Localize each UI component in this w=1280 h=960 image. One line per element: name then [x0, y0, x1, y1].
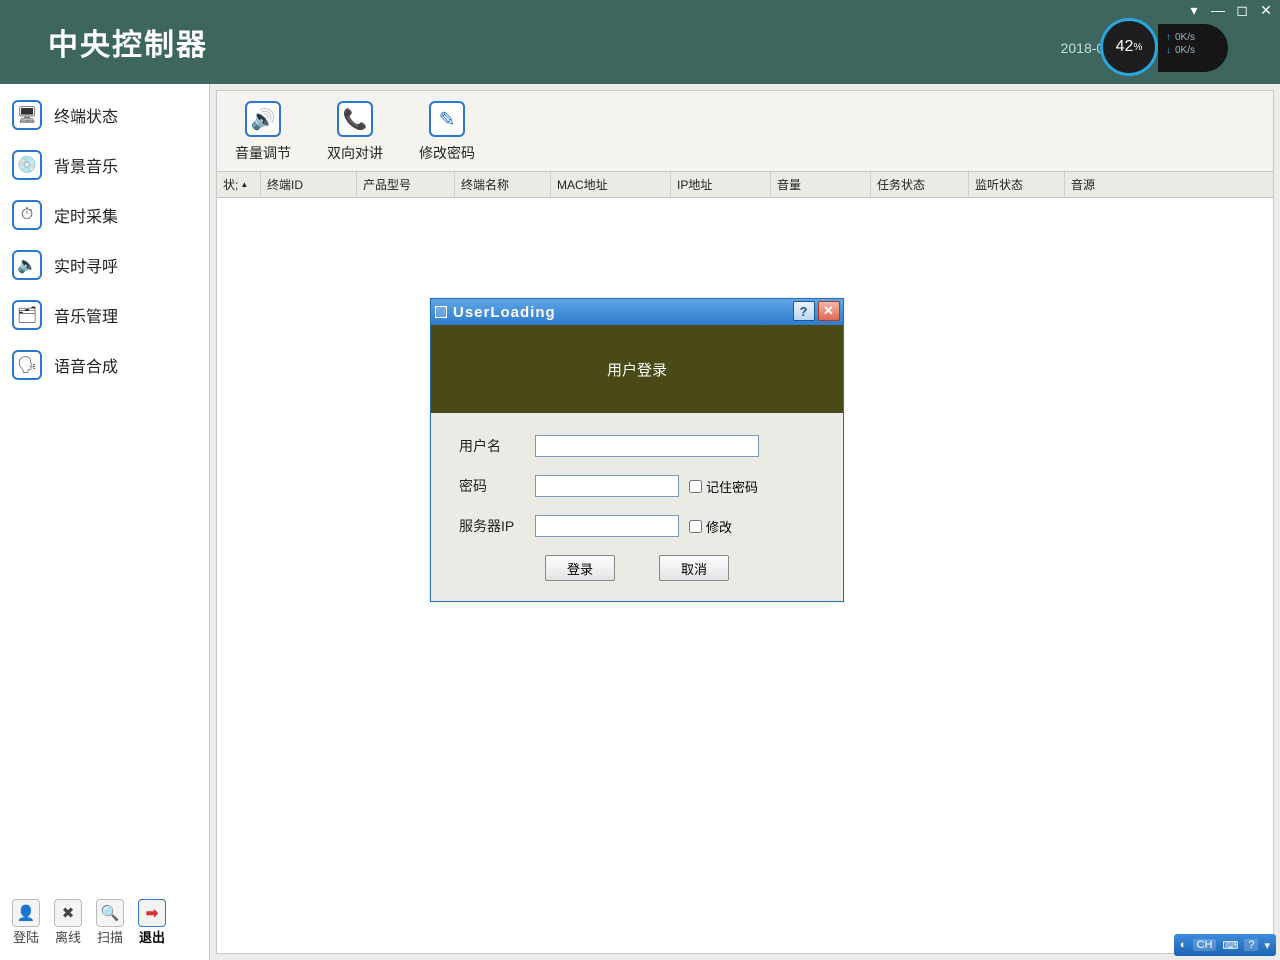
offline-button[interactable]: ✖ 离线: [54, 899, 82, 946]
dialog-help-button[interactable]: ?: [793, 301, 815, 321]
sidebar-item-label: 定时采集: [54, 203, 118, 227]
gauge-circle: 42%: [1100, 18, 1158, 76]
app-title: 中央控制器: [48, 20, 208, 64]
exit-button[interactable]: ➡ 退出: [138, 899, 166, 946]
password-label: 密码: [459, 476, 535, 496]
sidebar-item-label: 实时寻呼: [54, 253, 118, 277]
app-banner: 中央控制器 2018-07- :46 42% 0K/s 0K/s ▾ — ◻ ✕: [0, 0, 1280, 84]
table-header: 状; 终端ID 产品型号 终端名称 MAC地址 IP地址 音量 任务状态 监听状…: [217, 171, 1273, 198]
tray-chevron-icon[interactable]: ▾: [1264, 939, 1270, 952]
sidebar-item-scheduled-capture[interactable]: ⏱ 定时采集: [0, 190, 209, 240]
col-task-status[interactable]: 任务状态: [871, 172, 969, 197]
volume-adjust-button[interactable]: 🔊 音量调节: [235, 101, 291, 163]
sidebar-item-voice-synthesis[interactable]: 🗣 语音合成: [0, 340, 209, 390]
main-toolbar: 🔊 音量调节 📞 双向对讲 ✎ 修改密码: [217, 91, 1273, 171]
col-audio-source[interactable]: 音源: [1065, 172, 1273, 197]
keyboard-icon[interactable]: ⌨: [1222, 939, 1238, 952]
volume-icon: 🔊: [245, 101, 281, 137]
net-up: 0K/s: [1175, 32, 1195, 43]
offline-label: 离线: [55, 927, 81, 946]
col-mac-address[interactable]: MAC地址: [551, 172, 671, 197]
login-label: 登陆: [13, 927, 39, 946]
remember-password-label: 记住密码: [706, 477, 758, 496]
window-maximize-button[interactable]: ◻: [1234, 2, 1250, 19]
login-button[interactable]: 👤 登陆: [12, 899, 40, 946]
phone-icon: 📞: [337, 101, 373, 137]
tool-label: 修改密码: [419, 143, 475, 163]
login-dialog: UserLoading ? ✕ 用户登录 用户名 密码 记住密码 服务器IP 修…: [430, 298, 844, 602]
dialog-title-text: UserLoading: [453, 304, 556, 321]
server-ip-label: 服务器IP: [459, 516, 535, 536]
net-down: 0K/s: [1175, 45, 1195, 56]
col-product-model[interactable]: 产品型号: [357, 172, 455, 197]
col-terminal-id[interactable]: 终端ID: [261, 172, 357, 197]
username-input[interactable]: [535, 435, 759, 457]
window-buttons: ▾ — ◻ ✕: [1186, 2, 1274, 19]
tool-label: 双向对讲: [327, 143, 383, 163]
network-gauge: 42% 0K/s 0K/s: [1100, 18, 1220, 78]
sidebar-item-music-management[interactable]: 🗂 音乐管理: [0, 290, 209, 340]
sidebar-bottom: 👤 登陆 ✖ 离线 🔍 扫描 ➡ 退出: [0, 889, 209, 960]
tray-help-icon[interactable]: ?: [1244, 939, 1258, 951]
exit-icon: ➡: [138, 899, 166, 927]
col-terminal-name[interactable]: 终端名称: [455, 172, 551, 197]
password-input[interactable]: [535, 475, 679, 497]
change-password-button[interactable]: ✎ 修改密码: [419, 101, 475, 163]
two-way-talk-button[interactable]: 📞 双向对讲: [327, 101, 383, 163]
col-monitor-status[interactable]: 监听状态: [969, 172, 1065, 197]
sidebar-item-label: 终端状态: [54, 103, 118, 127]
dialog-login-button[interactable]: 登录: [545, 555, 615, 581]
ime-indicator[interactable]: CH: [1193, 939, 1217, 951]
username-label: 用户名: [459, 436, 535, 456]
window-close-button[interactable]: ✕: [1258, 2, 1274, 19]
server-ip-input[interactable]: [535, 515, 679, 537]
scan-button[interactable]: 🔍 扫描: [96, 899, 124, 946]
window-menu-button[interactable]: ▾: [1186, 2, 1202, 19]
exit-label: 退出: [139, 927, 165, 946]
modify-checkbox[interactable]: [689, 520, 702, 533]
remember-password-checkbox[interactable]: [689, 480, 702, 493]
tray-indicator-icon[interactable]: ◐: [1180, 939, 1187, 951]
system-tray: ◐ CH ⌨ ? ▾: [1174, 934, 1276, 956]
modify-label: 修改: [706, 517, 732, 536]
sidebar-item-background-music[interactable]: 💿 背景音乐: [0, 140, 209, 190]
timer-icon: ⏱: [12, 200, 42, 230]
sidebar-item-label: 语音合成: [54, 353, 118, 377]
disc-icon: 💿: [12, 150, 42, 180]
net-speeds: 0K/s 0K/s: [1158, 24, 1228, 72]
sidebar: 🖥 终端状态 💿 背景音乐 ⏱ 定时采集 🔈 实时寻呼 🗂 音乐管理 🗣: [0, 84, 210, 960]
sidebar-item-terminal-status[interactable]: 🖥 终端状态: [0, 90, 209, 140]
offline-icon: ✖: [54, 899, 82, 927]
window-minimize-button[interactable]: —: [1210, 2, 1226, 19]
dialog-close-button[interactable]: ✕: [818, 301, 840, 321]
scan-label: 扫描: [97, 927, 123, 946]
sidebar-item-label: 背景音乐: [54, 153, 118, 177]
col-status[interactable]: 状;: [217, 172, 261, 197]
dialog-sys-icon: [435, 306, 447, 318]
gauge-value: 42: [1116, 38, 1134, 56]
user-icon: 👤: [12, 899, 40, 927]
sidebar-item-realtime-paging[interactable]: 🔈 实时寻呼: [0, 240, 209, 290]
dialog-banner-text: 用户登录: [607, 359, 667, 380]
col-volume[interactable]: 音量: [771, 172, 871, 197]
gauge-unit: %: [1133, 42, 1142, 53]
tool-label: 音量调节: [235, 143, 291, 163]
dialog-cancel-button[interactable]: 取消: [659, 555, 729, 581]
col-ip-address[interactable]: IP地址: [671, 172, 771, 197]
voice-icon: 🗣: [12, 350, 42, 380]
speaker-icon: 🔈: [12, 250, 42, 280]
nav-list: 🖥 终端状态 💿 背景音乐 ⏱ 定时采集 🔈 实时寻呼 🗂 音乐管理 🗣: [0, 90, 209, 390]
monitor-icon: 🖥: [12, 100, 42, 130]
folder-icon: 🗂: [12, 300, 42, 330]
edit-icon: ✎: [429, 101, 465, 137]
dialog-titlebar[interactable]: UserLoading ? ✕: [431, 299, 843, 325]
search-icon: 🔍: [96, 899, 124, 927]
dialog-body: 用户名 密码 记住密码 服务器IP 修改 登录 取消: [431, 413, 843, 601]
dialog-banner: 用户登录: [431, 325, 843, 413]
sidebar-item-label: 音乐管理: [54, 303, 118, 327]
